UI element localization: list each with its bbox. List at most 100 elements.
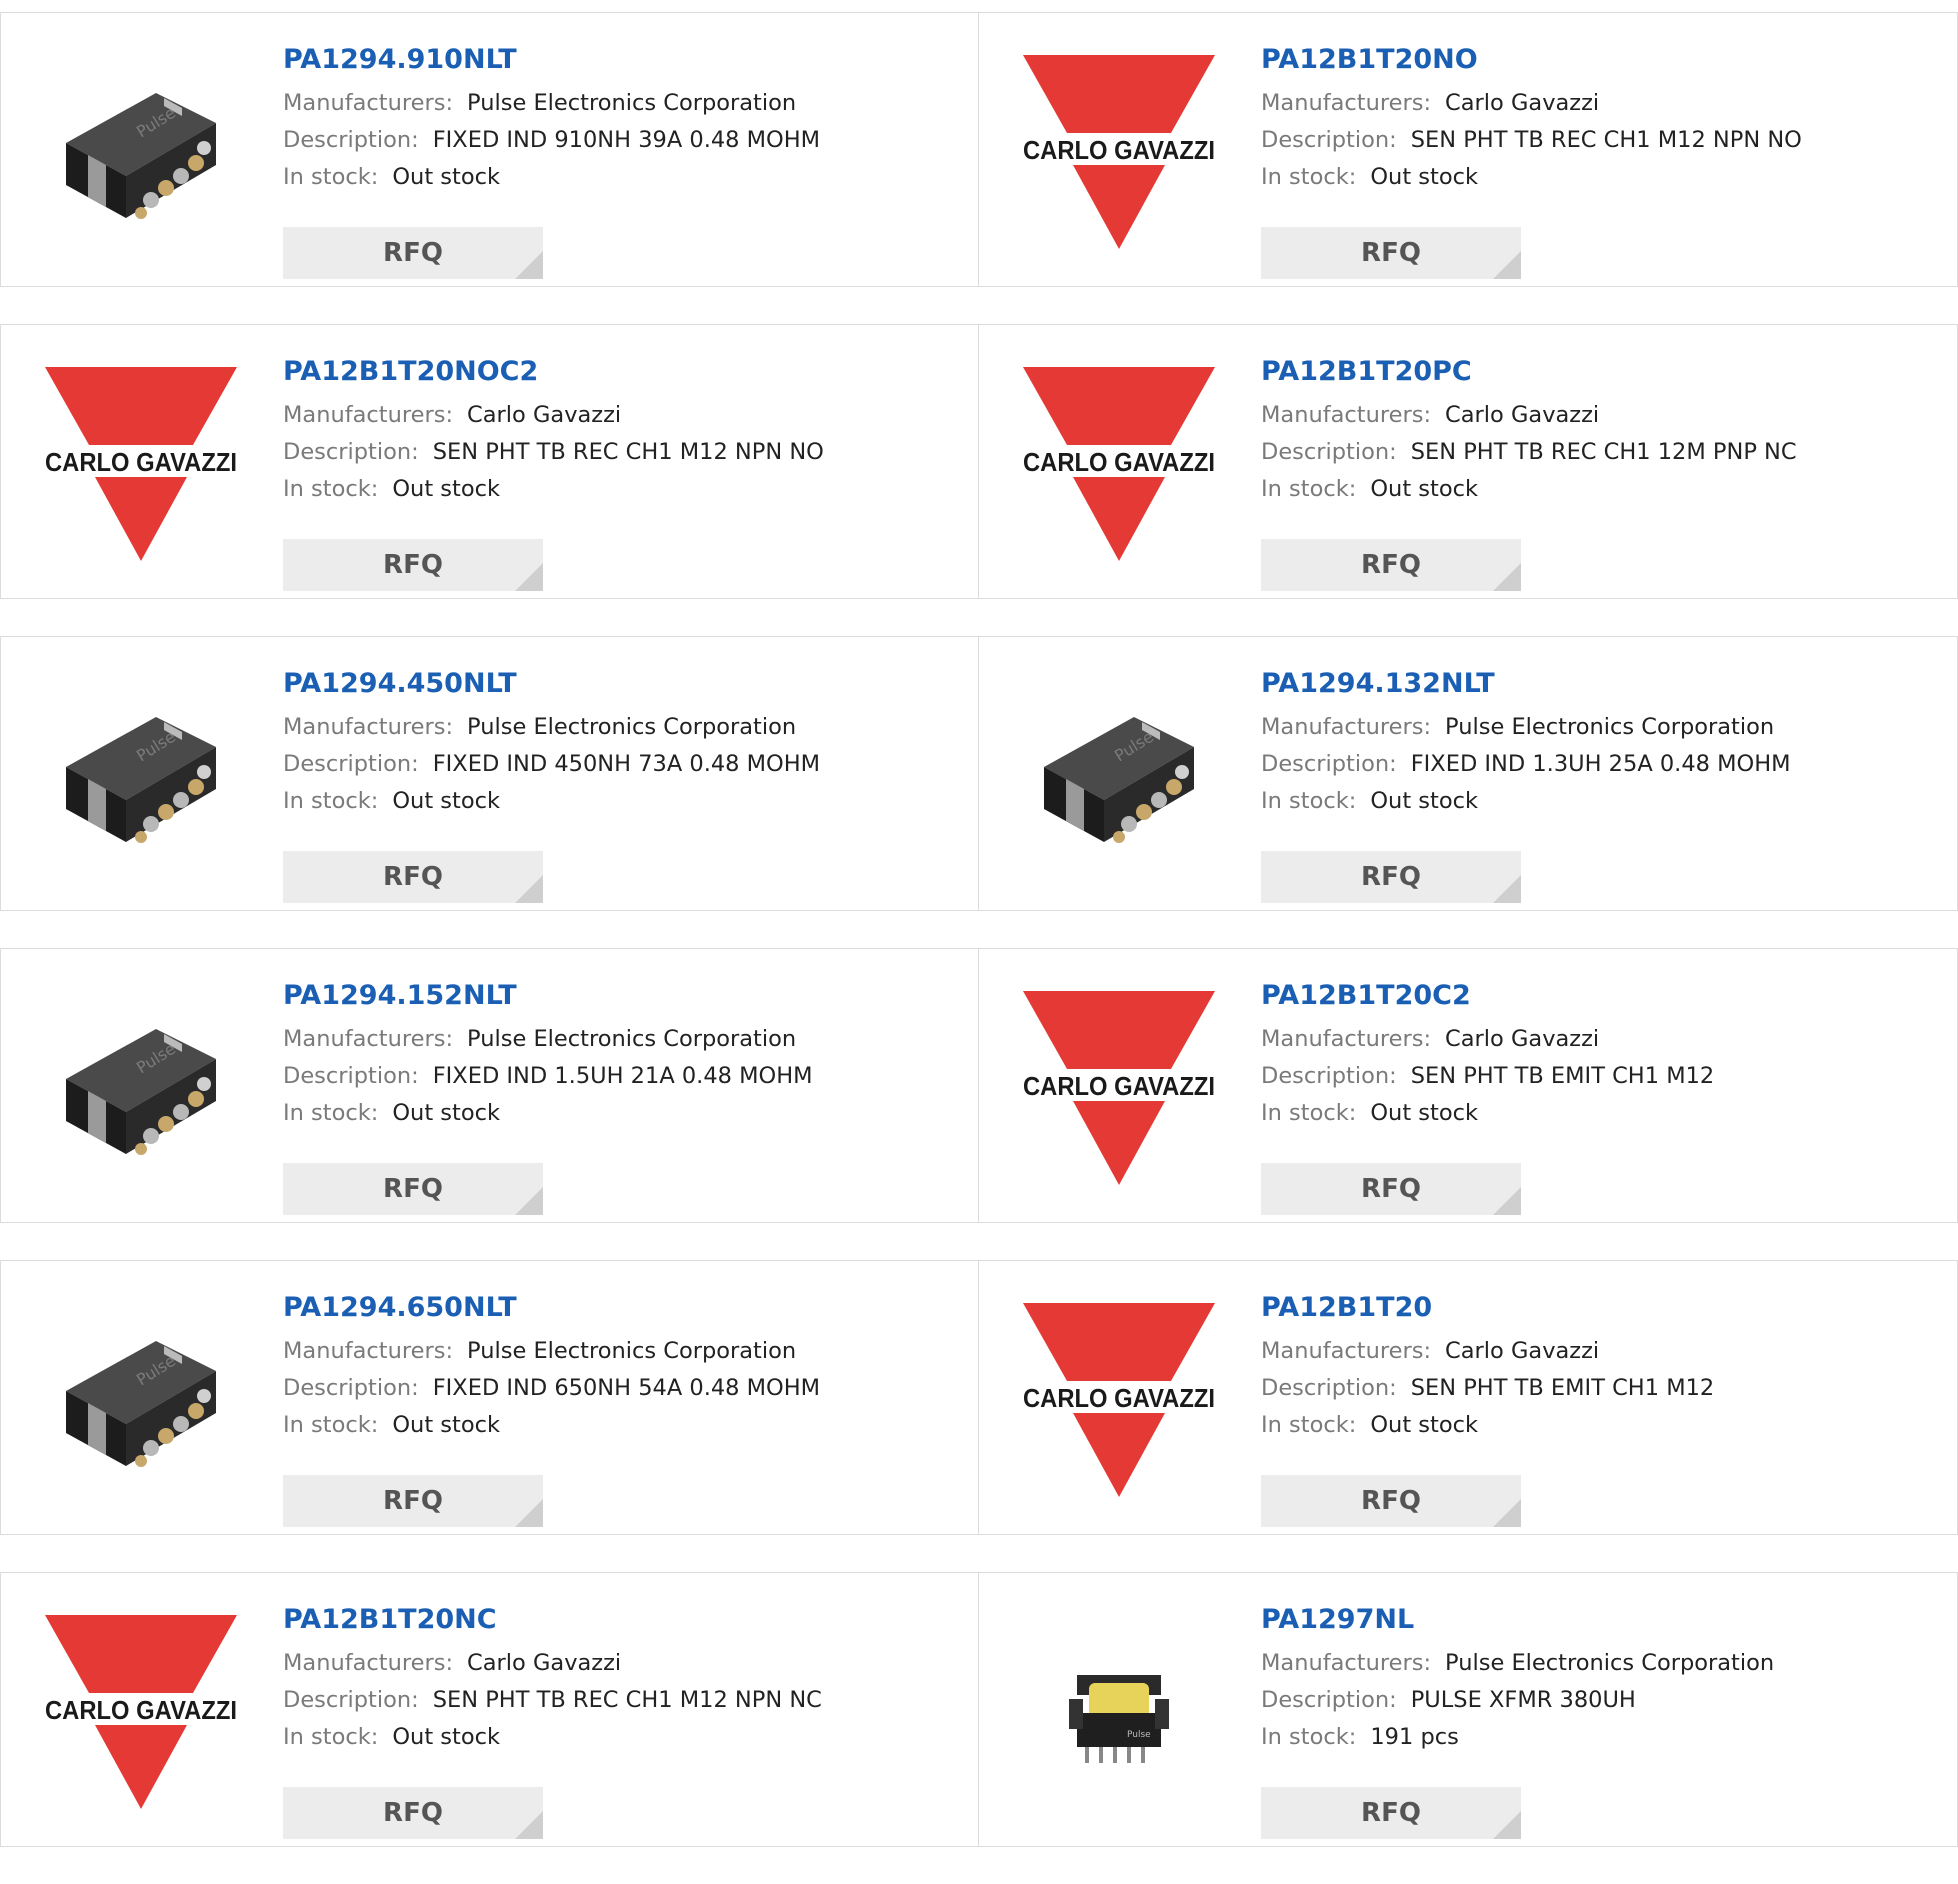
rfq-button-label: RFQ bbox=[383, 550, 443, 580]
manufacturer-line: Manufacturers: Carlo Gavazzi bbox=[1261, 397, 1937, 434]
stock-value: Out stock bbox=[1370, 788, 1478, 814]
stock-value: Out stock bbox=[392, 1412, 500, 1438]
description-value: PULSE XFMR 380UH bbox=[1410, 1687, 1636, 1713]
rfq-button-label: RFQ bbox=[1361, 1486, 1421, 1516]
product-image-link[interactable]: CARLO GAVAZZI bbox=[1019, 365, 1219, 565]
stock-value: Out stock bbox=[392, 476, 500, 502]
description-line: Description: FIXED IND 450NH 73A 0.48 MOH… bbox=[283, 746, 958, 783]
description-label: Description: bbox=[1261, 1063, 1397, 1089]
corner-triangle-icon bbox=[1493, 875, 1521, 903]
stock-line: In stock: Out stock bbox=[1261, 783, 1937, 820]
stock-value: Out stock bbox=[392, 1100, 500, 1126]
description-value: SEN PHT TB REC CH1 M12 NPN NC bbox=[432, 1687, 822, 1713]
product-image-link[interactable]: Pulse bbox=[1019, 677, 1219, 877]
manufacturer-value: Pulse Electronics Corporation bbox=[1445, 714, 1775, 740]
product-image-link[interactable]: Pulse bbox=[41, 989, 241, 1189]
manufacturers-label: Manufacturers: bbox=[283, 1650, 454, 1676]
rfq-button-label: RFQ bbox=[383, 1486, 443, 1516]
in-stock-label: In stock: bbox=[283, 476, 379, 502]
rfq-button[interactable]: RFQ bbox=[1261, 1163, 1521, 1215]
manufacturer-line: Manufacturers: Carlo Gavazzi bbox=[1261, 1333, 1937, 1370]
corner-triangle-icon bbox=[1493, 1811, 1521, 1839]
pulse-inductor-icon: Pulse bbox=[46, 1004, 236, 1174]
product-card: CARLO GAVAZZI PA12B1T20NC Manufacturers: Ca… bbox=[0, 1572, 979, 1847]
product-image-link[interactable]: Pulse bbox=[41, 1301, 241, 1501]
carlo-gavazzi-logo: CARLO GAVAZZI bbox=[43, 365, 239, 565]
description-value: FIXED IND 650NH 54A 0.48 MOHM bbox=[432, 1375, 821, 1401]
product-card: CARLO GAVAZZI PA12B1T20C2 Manufacturers: Ca… bbox=[978, 948, 1958, 1223]
rfq-button-label: RFQ bbox=[1361, 238, 1421, 268]
rfq-button[interactable]: RFQ bbox=[1261, 1475, 1521, 1527]
part-number-link[interactable]: PA1294.650NLT bbox=[283, 1291, 958, 1325]
in-stock-label: In stock: bbox=[1261, 476, 1357, 502]
stock-value: Out stock bbox=[392, 1724, 500, 1750]
part-number-link[interactable]: PA12B1T20C2 bbox=[1261, 979, 1937, 1013]
product-image-link[interactable]: CARLO GAVAZZI bbox=[41, 365, 241, 565]
description-line: Description: SEN PHT TB REC CH1 M12 NPN N… bbox=[283, 434, 958, 471]
description-label: Description: bbox=[1261, 439, 1397, 465]
product-image-link[interactable]: CARLO GAVAZZI bbox=[41, 1613, 241, 1813]
manufacturers-label: Manufacturers: bbox=[1261, 402, 1432, 428]
stock-line: In stock: 191 pcs bbox=[1261, 1719, 1937, 1756]
svg-text:CARLO GAVAZZI: CARLO GAVAZZI bbox=[1023, 135, 1215, 165]
product-image-link[interactable]: CARLO GAVAZZI bbox=[1019, 53, 1219, 253]
product-image-link[interactable]: Pulse bbox=[41, 677, 241, 877]
rfq-button[interactable]: RFQ bbox=[1261, 539, 1521, 591]
product-card: Pulse PA1294.132NLT Manufacturers: Pulse El… bbox=[978, 636, 1958, 911]
rfq-button-label: RFQ bbox=[1361, 1798, 1421, 1828]
rfq-button[interactable]: RFQ bbox=[1261, 1787, 1521, 1839]
product-card: CARLO GAVAZZI PA12B1T20PC Manufacturers: Ca… bbox=[978, 324, 1958, 599]
product-card: CARLO GAVAZZI PA12B1T20 Manufacturers: Carl… bbox=[978, 1260, 1958, 1535]
rfq-button-label: RFQ bbox=[1361, 1174, 1421, 1204]
rfq-button[interactable]: RFQ bbox=[1261, 227, 1521, 279]
product-image-link[interactable]: CARLO GAVAZZI bbox=[1019, 989, 1219, 1189]
manufacturers-label: Manufacturers: bbox=[1261, 90, 1432, 116]
stock-value: 191 pcs bbox=[1370, 1724, 1459, 1750]
carlo-gavazzi-logo: CARLO GAVAZZI bbox=[43, 1613, 239, 1813]
rfq-button[interactable]: RFQ bbox=[283, 1163, 543, 1215]
description-value: FIXED IND 1.5UH 21A 0.48 MOHM bbox=[432, 1063, 813, 1089]
description-line: Description: SEN PHT TB REC CH1 M12 NPN N… bbox=[1261, 122, 1937, 159]
part-number-link[interactable]: PA1294.910NLT bbox=[283, 43, 958, 77]
manufacturer-value: Carlo Gavazzi bbox=[467, 402, 622, 428]
part-number-link[interactable]: PA12B1T20PC bbox=[1261, 355, 1937, 389]
rfq-button[interactable]: RFQ bbox=[283, 851, 543, 903]
manufacturer-line: Manufacturers: Pulse Electronics Corporat… bbox=[1261, 709, 1937, 746]
part-number-link[interactable]: PA1294.132NLT bbox=[1261, 667, 1937, 701]
part-number-link[interactable]: PA12B1T20NOC2 bbox=[283, 355, 958, 389]
product-grid: Pulse PA1294.910NLT Manufacturers: Pulse El… bbox=[0, 12, 1958, 1884]
rfq-button[interactable]: RFQ bbox=[283, 539, 543, 591]
svg-text:CARLO GAVAZZI: CARLO GAVAZZI bbox=[1023, 1383, 1215, 1413]
part-number-link[interactable]: PA1294.152NLT bbox=[283, 979, 958, 1013]
rfq-button[interactable]: RFQ bbox=[283, 1475, 543, 1527]
product-image-link[interactable]: Pulse bbox=[1019, 1613, 1219, 1813]
manufacturer-value: Carlo Gavazzi bbox=[1445, 1338, 1600, 1364]
description-line: Description: FIXED IND 1.5UH 21A 0.48 MOH… bbox=[283, 1058, 958, 1095]
description-label: Description: bbox=[283, 751, 419, 777]
manufacturer-line: Manufacturers: Carlo Gavazzi bbox=[1261, 85, 1937, 122]
in-stock-label: In stock: bbox=[1261, 164, 1357, 190]
description-value: FIXED IND 1.3UH 25A 0.48 MOHM bbox=[1410, 751, 1791, 777]
manufacturer-value: Pulse Electronics Corporation bbox=[467, 1026, 797, 1052]
description-value: SEN PHT TB REC CH1 12M PNP NC bbox=[1410, 439, 1797, 465]
description-value: FIXED IND 910NH 39A 0.48 MOHM bbox=[432, 127, 821, 153]
product-info: PA12B1T20NOC2 Manufacturers: Carlo Gavazzi… bbox=[283, 355, 958, 591]
rfq-button[interactable]: RFQ bbox=[283, 227, 543, 279]
part-number-link[interactable]: PA12B1T20NO bbox=[1261, 43, 1937, 77]
corner-triangle-icon bbox=[1493, 1499, 1521, 1527]
rfq-button[interactable]: RFQ bbox=[1261, 851, 1521, 903]
part-number-link[interactable]: PA1294.450NLT bbox=[283, 667, 958, 701]
svg-text:CARLO GAVAZZI: CARLO GAVAZZI bbox=[45, 447, 237, 477]
description-value: SEN PHT TB EMIT CH1 M12 bbox=[1410, 1375, 1715, 1401]
pulse-inductor-icon: Pulse bbox=[1024, 692, 1214, 862]
product-image-link[interactable]: CARLO GAVAZZI bbox=[1019, 1301, 1219, 1501]
part-number-link[interactable]: PA12B1T20 bbox=[1261, 1291, 1937, 1325]
product-image-link[interactable]: Pulse bbox=[41, 53, 241, 253]
stock-value: Out stock bbox=[1370, 1100, 1478, 1126]
product-card: Pulse PA1294.450NLT Manufacturers: Pulse El… bbox=[0, 636, 979, 911]
stock-line: In stock: Out stock bbox=[1261, 1095, 1937, 1132]
part-number-link[interactable]: PA12B1T20NC bbox=[283, 1603, 958, 1637]
part-number-link[interactable]: PA1297NL bbox=[1261, 1603, 1937, 1637]
rfq-button[interactable]: RFQ bbox=[283, 1787, 543, 1839]
stock-line: In stock: Out stock bbox=[1261, 159, 1937, 196]
